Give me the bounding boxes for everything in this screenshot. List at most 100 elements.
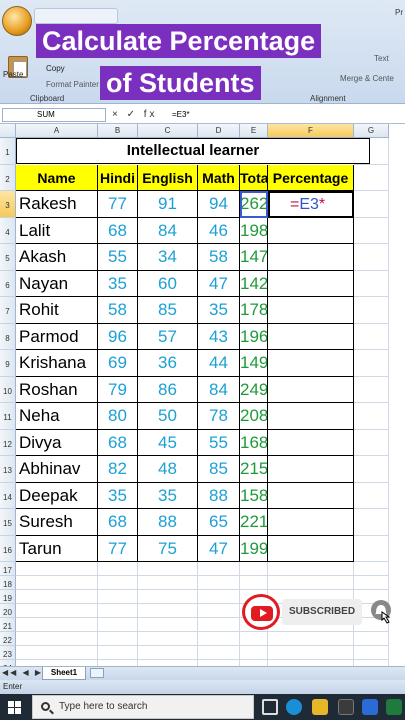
formula-input[interactable]: =E3* [172,108,190,122]
active-cell-f3[interactable]: =E3* [268,191,354,218]
cell[interactable] [268,323,354,350]
store-icon[interactable] [338,699,354,715]
student-name-cell[interactable]: Akash [16,244,98,271]
cell[interactable] [268,217,354,244]
cell[interactable] [354,403,389,430]
student-name-cell[interactable]: Abhinav [16,456,98,483]
student-hindi-cell[interactable]: 35 [98,270,138,297]
cell[interactable] [268,509,354,536]
student-name-cell[interactable]: Parmod [16,323,98,350]
cell[interactable] [98,618,138,632]
wrap-text-button[interactable]: Text [374,54,389,63]
copy-button[interactable]: Copy [46,64,65,73]
cell[interactable] [16,618,98,632]
header-total[interactable]: Total [240,164,268,191]
header-name[interactable]: Name [16,164,98,191]
windows-start-icon[interactable] [8,701,21,714]
cell[interactable] [354,646,389,660]
cell[interactable] [240,576,268,590]
student-math-cell[interactable]: 43 [198,323,240,350]
student-total-cell[interactable]: 158 [240,482,268,509]
column-header-e[interactable]: E [240,124,268,138]
cell[interactable] [268,562,354,576]
cell[interactable] [268,456,354,483]
row-header-18[interactable]: 18 [0,576,16,590]
edge-icon[interactable] [286,699,302,715]
row-header-3[interactable]: 3 [0,191,16,218]
row-header-12[interactable]: 12 [0,429,16,456]
row-header-22[interactable]: 22 [0,632,16,646]
column-header-g[interactable]: G [354,124,389,138]
cell[interactable] [354,164,389,191]
row-header-6[interactable]: 6 [0,270,16,297]
row-header-7[interactable]: 7 [0,297,16,324]
cell[interactable] [354,323,389,350]
cell[interactable] [268,376,354,403]
student-math-cell[interactable]: 84 [198,376,240,403]
row-header-17[interactable]: 17 [0,562,16,576]
cell[interactable] [198,590,240,604]
cell[interactable] [354,244,389,271]
student-total-cell[interactable]: 196 [240,323,268,350]
student-hindi-cell[interactable]: 35 [98,482,138,509]
sheet-tab-sheet1[interactable]: Sheet1 [42,667,86,680]
student-name-cell[interactable]: Suresh [16,509,98,536]
cell[interactable] [16,590,98,604]
bell-icon[interactable] [370,598,392,624]
quick-access-toolbar[interactable] [34,8,118,24]
student-name-cell[interactable]: Tarun [16,535,98,562]
student-total-cell[interactable]: 249 [240,376,268,403]
taskbar-search[interactable]: Type here to search [32,695,254,719]
file-explorer-icon[interactable] [312,699,328,715]
student-hindi-cell[interactable]: 68 [98,429,138,456]
cell[interactable] [198,618,240,632]
student-name-cell[interactable]: Divya [16,429,98,456]
cell[interactable] [98,632,138,646]
cell[interactable] [354,429,389,456]
cell[interactable] [198,632,240,646]
student-math-cell[interactable]: 94 [198,191,240,218]
row-header-21[interactable]: 21 [0,618,16,632]
header-percentage[interactable]: Percentage [268,164,354,191]
student-total-cell[interactable]: 198 [240,217,268,244]
cell[interactable] [240,632,268,646]
row-header-11[interactable]: 11 [0,403,16,430]
student-hindi-cell[interactable]: 79 [98,376,138,403]
student-math-cell[interactable]: 85 [198,456,240,483]
cell[interactable] [198,646,240,660]
row-header-10[interactable]: 10 [0,376,16,403]
student-english-cell[interactable]: 88 [138,509,198,536]
student-hindi-cell[interactable]: 77 [98,191,138,218]
cell[interactable] [138,562,198,576]
student-name-cell[interactable]: Lalit [16,217,98,244]
cell[interactable] [354,482,389,509]
student-total-cell[interactable]: 178 [240,297,268,324]
row-header-20[interactable]: 20 [0,604,16,618]
merge-center-button[interactable]: Merge & Cente [340,74,394,83]
student-english-cell[interactable]: 50 [138,403,198,430]
row-header-19[interactable]: 19 [0,590,16,604]
cell[interactable] [268,350,354,377]
cell[interactable] [198,562,240,576]
student-name-cell[interactable]: Deepak [16,482,98,509]
cell[interactable] [138,590,198,604]
task-view-icon[interactable] [262,699,278,715]
student-hindi-cell[interactable]: 77 [98,535,138,562]
cell[interactable] [268,632,354,646]
student-math-cell[interactable]: 58 [198,244,240,271]
student-english-cell[interactable]: 45 [138,429,198,456]
cell[interactable] [240,562,268,576]
cell[interactable] [268,270,354,297]
student-name-cell[interactable]: Rakesh [16,191,98,218]
student-math-cell[interactable]: 47 [198,270,240,297]
student-total-cell[interactable]: 208 [240,403,268,430]
cell[interactable] [16,632,98,646]
student-hindi-cell[interactable]: 69 [98,350,138,377]
cell[interactable] [16,604,98,618]
cell[interactable] [240,646,268,660]
cell[interactable] [16,562,98,576]
cell[interactable] [98,576,138,590]
cell[interactable] [138,604,198,618]
student-math-cell[interactable]: 47 [198,535,240,562]
student-total-cell[interactable]: 199 [240,535,268,562]
